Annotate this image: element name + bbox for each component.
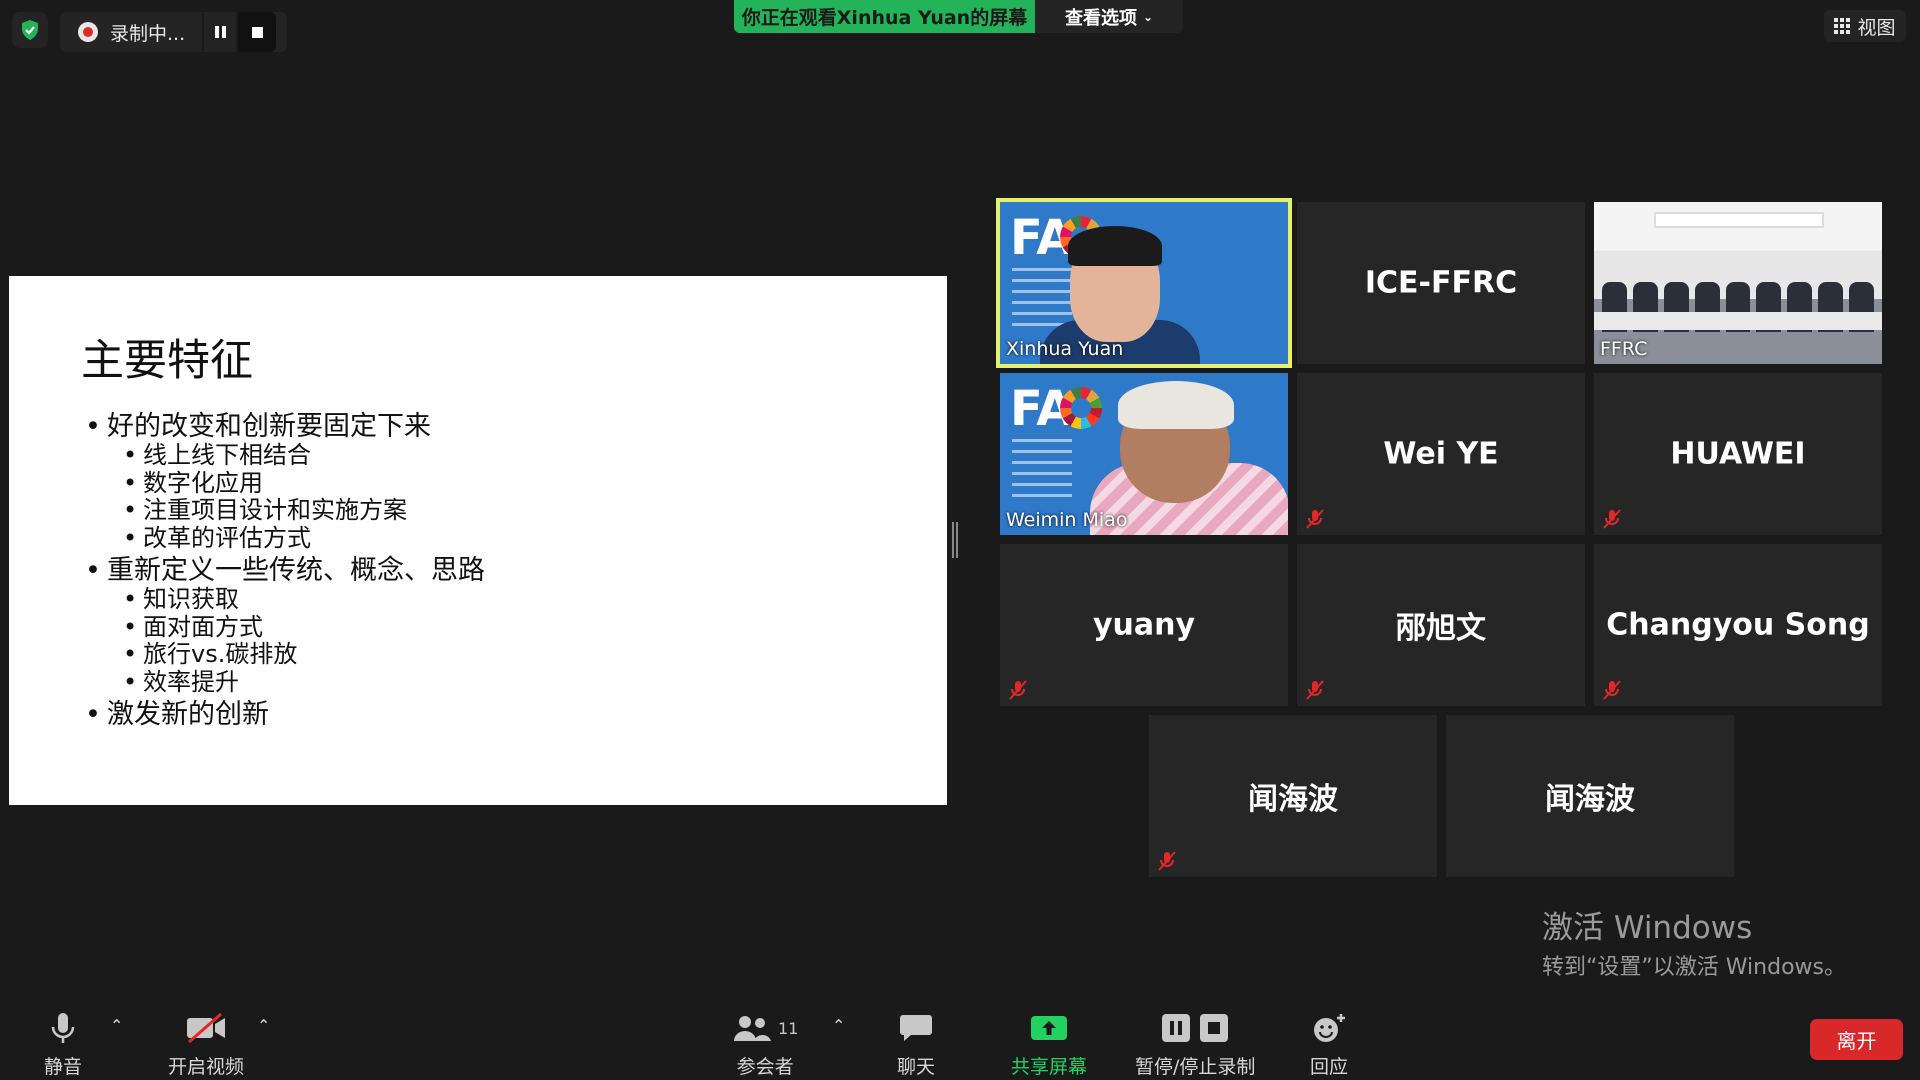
stop-record-icon <box>1200 1014 1229 1042</box>
slide-title: 主要特征 <box>81 336 253 386</box>
participant-tile[interactable]: 闻海波 <box>1446 715 1734 877</box>
activate-windows-subtitle: 转到“设置”以激活 Windows。 <box>1542 955 1846 980</box>
participants-button[interactable]: 11 参会者 <box>732 1008 798 1079</box>
view-label: 视图 <box>1857 16 1896 39</box>
shared-screen-slide: 主要特征 好的改变和创新要固定下来 线上线下相结合 数字化应用 注重项目设计和实… <box>9 276 947 805</box>
video-ceiling-light <box>1654 212 1824 228</box>
sub-bullet-item: 旅行vs.碳排放 <box>81 640 485 669</box>
participants-count: 11 <box>778 1018 799 1038</box>
leave-meeting-button[interactable]: 离开 <box>1810 1019 1903 1060</box>
microphone-icon <box>51 1013 75 1043</box>
video-table <box>1594 312 1882 330</box>
participant-name: Weimin Miao <box>1006 509 1128 531</box>
participant-tile[interactable]: ICE-FFRC <box>1297 202 1585 364</box>
mic-muted-icon <box>1009 680 1027 700</box>
participant-name: FFRC <box>1600 338 1648 360</box>
share-screen-button[interactable]: 共享屏幕 <box>1011 1008 1087 1079</box>
participant-tile[interactable]: Changyou Song <box>1594 544 1882 706</box>
participant-tile[interactable]: FA Weimin Miao <box>1000 373 1288 535</box>
video-options-caret-icon[interactable]: ⌃ <box>257 1016 270 1035</box>
participant-tile[interactable]: HUAWEI <box>1594 373 1882 535</box>
chat-button[interactable]: 聊天 <box>897 1008 935 1079</box>
activate-windows-title: 激活 Windows <box>1542 910 1753 946</box>
view-layout-button[interactable]: 视图 <box>1824 10 1906 42</box>
reaction-smiley-icon <box>1314 1014 1345 1042</box>
start-video-label: 开启视频 <box>168 1056 245 1078</box>
pause-stop-record-button[interactable]: 暂停/停止录制 <box>1135 1008 1255 1079</box>
sub-bullet-item: 改革的评估方式 <box>81 524 485 553</box>
slide-bullet-list: 好的改变和创新要固定下来 线上线下相结合 数字化应用 注重项目设计和实施方案 改… <box>81 412 485 731</box>
chat-label: 聊天 <box>897 1056 936 1078</box>
mute-button[interactable]: 静音 <box>44 1008 82 1079</box>
recording-dot-icon <box>78 22 98 42</box>
chat-bubble-icon <box>900 1015 932 1041</box>
pause-recording-button[interactable] <box>202 12 236 52</box>
participant-name: 闻海波 <box>1545 782 1635 817</box>
participant-name: ICE-FFRC <box>1364 265 1518 301</box>
participant-tile[interactable]: Wei YE <box>1297 373 1585 535</box>
sub-bullet-item: 数字化应用 <box>81 469 485 498</box>
participants-icon <box>734 1016 771 1041</box>
share-screen-label: 共享屏幕 <box>1011 1056 1088 1078</box>
view-options-label: 查看选项 <box>1064 7 1137 29</box>
participant-name: 闻海波 <box>1248 782 1338 817</box>
pause-icon <box>214 26 226 38</box>
grid-icon <box>1834 18 1851 34</box>
viewing-screen-banner: 你正在观看Xinhua Yuan的屏幕 <box>734 0 1035 33</box>
sub-bullet-item: 注重项目设计和实施方案 <box>81 496 485 525</box>
mic-muted-icon <box>1603 680 1621 700</box>
video-off-icon <box>187 1012 225 1044</box>
view-options-button[interactable]: 查看选项 ⌄ <box>1035 0 1183 33</box>
bullet-item: 好的改变和创新要固定下来 <box>81 412 485 443</box>
mic-muted-icon <box>1306 680 1324 700</box>
sub-bullet-item: 面对面方式 <box>81 613 485 642</box>
participant-tile[interactable]: yuany <box>1000 544 1288 706</box>
bullet-item: 激发新的创新 <box>81 700 485 731</box>
bullet-item: 重新定义一些传统、概念、思路 <box>81 556 485 587</box>
mic-muted-icon <box>1158 851 1176 871</box>
security-shield-icon[interactable] <box>12 12 48 48</box>
video-person-hair <box>1068 226 1162 266</box>
stop-icon <box>251 26 263 38</box>
activate-windows-watermark: 激活 Windows 转到“设置”以激活 Windows。 <box>1542 902 1846 981</box>
background-text-lines <box>1012 439 1072 505</box>
pause-record-icon <box>1162 1014 1191 1042</box>
panel-resize-handle[interactable] <box>952 522 958 558</box>
stop-recording-button[interactable] <box>236 12 276 52</box>
mic-muted-icon <box>1306 509 1324 529</box>
participant-tile[interactable]: 闻海波 <box>1149 715 1437 877</box>
recording-indicator: 录制中... <box>60 12 287 52</box>
pause-stop-record-label: 暂停/停止录制 <box>1135 1056 1256 1078</box>
participants-options-caret-icon[interactable]: ⌃ <box>832 1016 845 1035</box>
participant-name: Xinhua Yuan <box>1006 338 1124 360</box>
participant-tile[interactable]: FFRC <box>1594 202 1882 364</box>
participant-name: yuany <box>1092 607 1196 643</box>
participants-label: 参会者 <box>736 1056 794 1078</box>
sub-bullet-item: 知识获取 <box>81 585 485 614</box>
sub-bullet-item: 线上线下相结合 <box>81 441 485 470</box>
share-screen-icon <box>1031 1016 1067 1040</box>
start-video-button[interactable]: 开启视频 <box>168 1008 244 1079</box>
video-person-hair <box>1118 381 1234 429</box>
reactions-button[interactable]: 回应 <box>1310 1008 1348 1079</box>
audio-options-caret-icon[interactable]: ⌃ <box>110 1016 123 1035</box>
mic-muted-icon <box>1603 509 1621 529</box>
recording-label: 录制中... <box>110 22 186 45</box>
participant-name: Wei YE <box>1383 436 1499 472</box>
participant-tile[interactable]: 邴旭文 <box>1297 544 1585 706</box>
participant-name: HUAWEI <box>1670 436 1806 472</box>
meeting-window: { "top": { "recording_label": "录制中...", … <box>0 0 1920 1080</box>
chevron-down-icon: ⌄ <box>1142 9 1154 24</box>
sdg-wheel-icon <box>1060 387 1102 429</box>
sub-bullet-item: 效率提升 <box>81 668 485 697</box>
reactions-label: 回应 <box>1310 1056 1349 1078</box>
mute-label: 静音 <box>44 1056 83 1078</box>
participant-name: 邴旭文 <box>1396 611 1486 646</box>
participant-name: Changyou Song <box>1606 607 1870 643</box>
participant-tile[interactable]: FA Xinhua Yuan <box>996 198 1292 368</box>
